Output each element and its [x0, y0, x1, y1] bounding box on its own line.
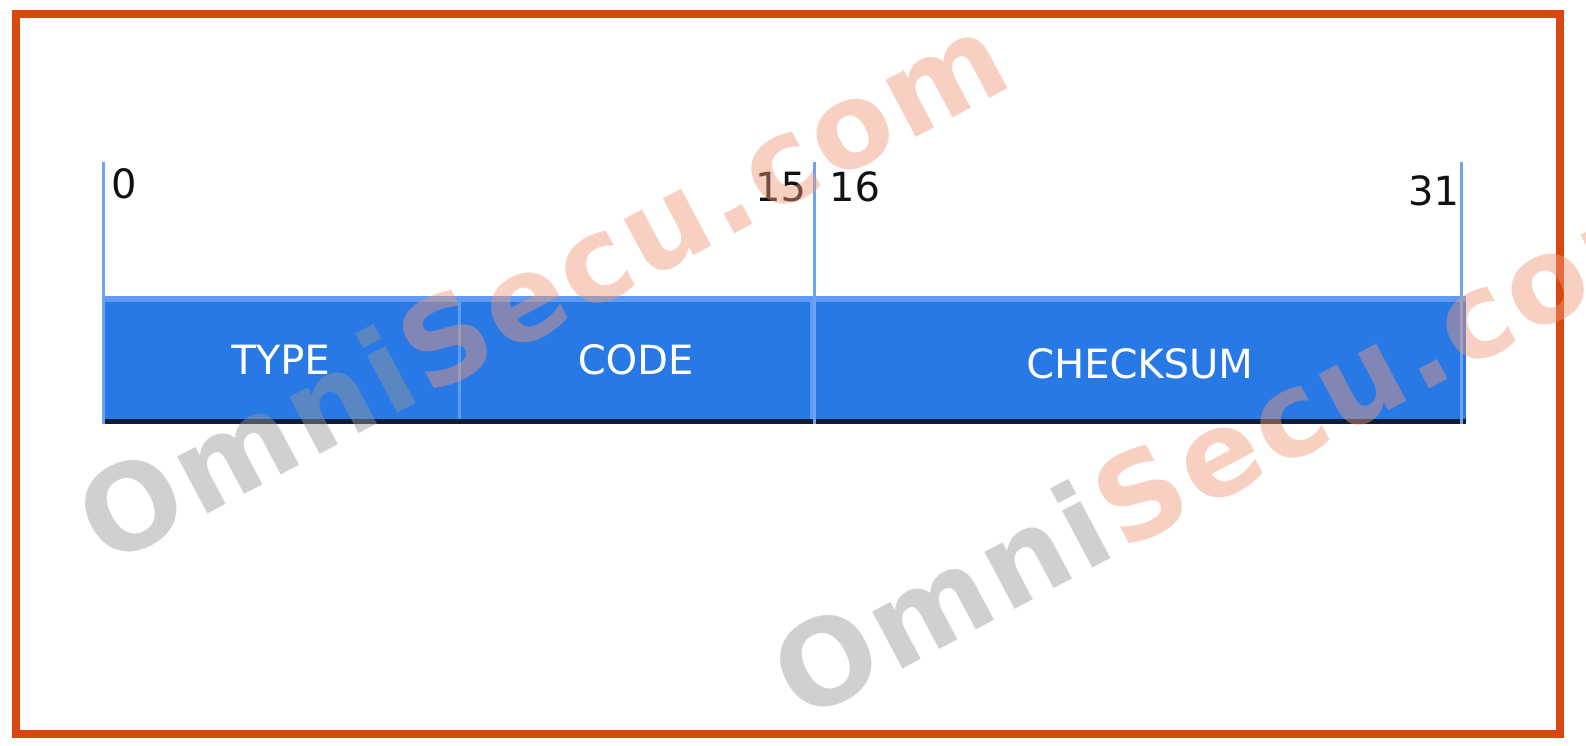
field-checksum: CHECKSUM — [813, 302, 1466, 419]
field-type: TYPE — [103, 302, 461, 419]
tick-bit-15-16 — [813, 162, 816, 424]
bit-label-0: 0 — [111, 162, 137, 208]
field-type-label: TYPE — [231, 337, 330, 384]
diagram-canvas: 0 15 16 31 TYPE CODE CHECKSUM OmniSecu.c… — [0, 0, 1586, 746]
field-checksum-label: CHECKSUM — [1026, 341, 1253, 388]
field-code-label: CODE — [577, 337, 694, 384]
bit-label-16: 16 — [829, 165, 880, 211]
tick-bit-31 — [1460, 162, 1463, 424]
field-code: CODE — [461, 302, 813, 419]
bit-label-31: 31 — [1408, 169, 1459, 215]
bit-label-15: 15 — [755, 165, 806, 211]
icmp-header-row: TYPE CODE CHECKSUM — [103, 296, 1466, 424]
tick-bit-0 — [102, 162, 105, 424]
